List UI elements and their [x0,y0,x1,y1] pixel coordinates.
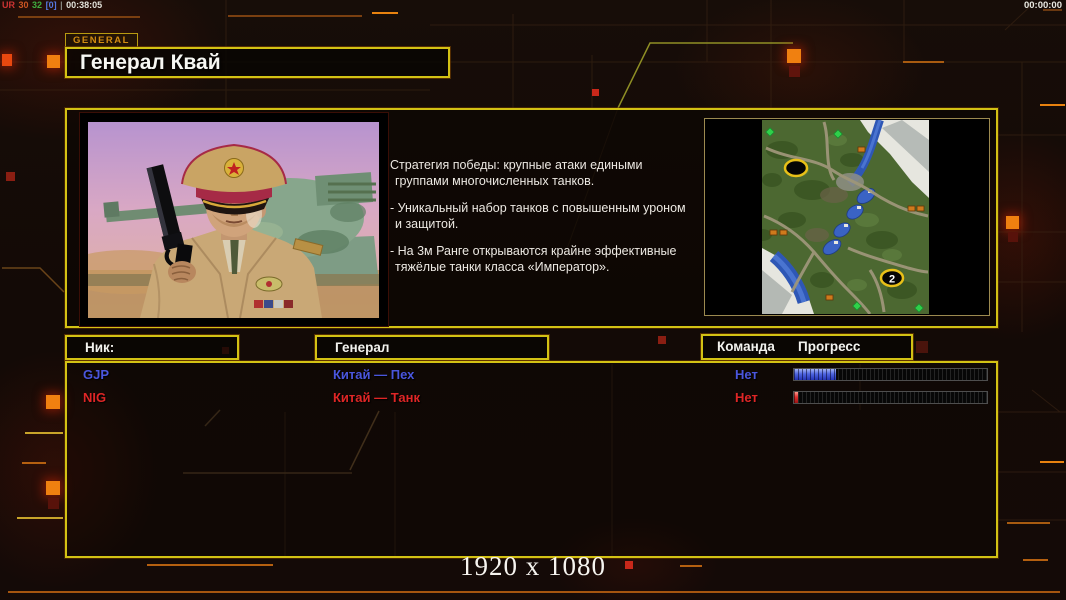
minimap-panel: 2 [704,118,990,316]
strategy-line: Стратегия победы: крупные атаки едиными [390,158,643,172]
player-general: Китай — Танк [333,390,420,405]
match-timer: 00:00:00 [1023,0,1062,11]
minimap: 2 [762,120,929,314]
resolution-label: 1920 x 1080 [460,551,606,581]
session-clock: 00:38:05 [66,0,103,10]
start-position-1 [783,158,809,178]
start-position-2-label: 2 [889,274,895,286]
column-header-nick: Ник: [65,335,239,360]
general-portrait [79,112,389,327]
progress-fill [794,369,837,380]
strategy-line: - На 3м Ранге открываются крайне эффекти… [390,244,677,258]
general-portrait-art [88,122,379,318]
column-header-team-progress: Команда Прогресс [701,334,913,360]
progress-bar [793,368,988,381]
general-tab-label: GENERAL [65,33,138,48]
start-position-2: 2 [879,268,905,288]
loading-screen: UR 30 32 [0] | 00:38:05 00:00:00 GENERAL… [0,0,1066,600]
network-stats: UR 30 32 [0] | 00:38:05 [2,0,103,10]
player-team: Нет [735,367,758,382]
strategy-line: группами многочисленных танков. [395,174,595,188]
netstat-label: UR [2,0,15,10]
player-nick: NIG [83,390,107,405]
progress-bar [793,391,988,404]
column-header-general: Генерал [315,335,549,360]
player-general: Китай — Пех [333,367,415,382]
strategy-description: Стратегия победы: крупные атаки едиными … [390,157,700,275]
page-title: Генерал Квай [65,47,450,78]
player-nick: GJP [83,367,110,382]
strategy-line: и защитой. [395,217,459,231]
column-header-team: Команда [717,339,775,354]
progress-fill [794,392,798,403]
player-team: Нет [735,390,758,405]
column-header-progress: Прогресс [798,339,861,354]
strategy-line: - Уникальный набор танков с повышенным у… [390,201,686,215]
strategy-line: тяжёлые танки класса «Император». [395,260,610,274]
